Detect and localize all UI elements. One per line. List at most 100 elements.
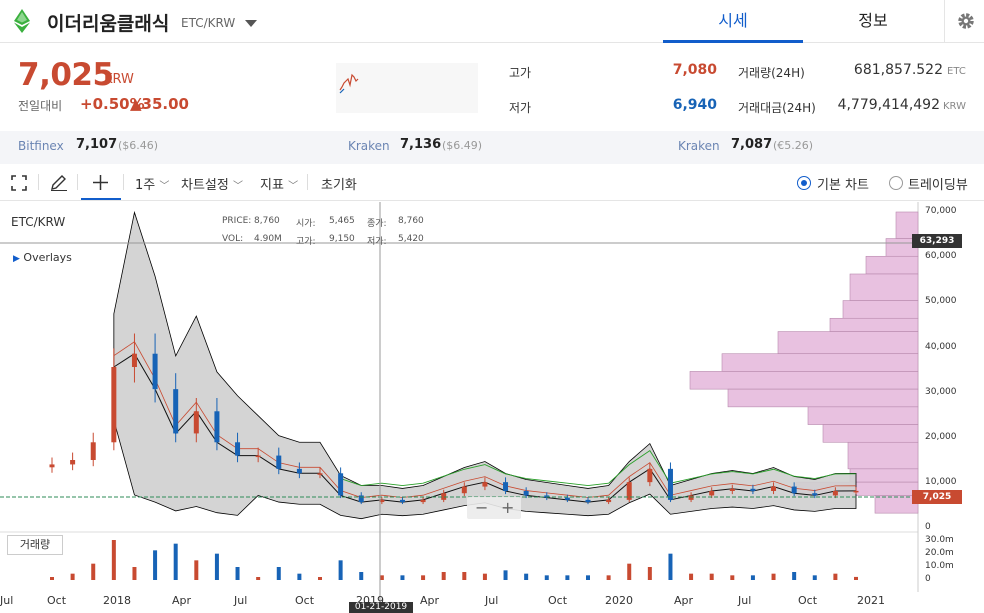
toolbar-divider	[307, 174, 308, 190]
low-value: 6,940	[672, 97, 717, 113]
chart-settings-label: 차트설정	[181, 178, 229, 193]
volume-bar	[111, 540, 116, 580]
volume-bar	[421, 575, 426, 580]
volume-profile-bar	[689, 371, 919, 390]
toolbar-divider	[77, 174, 78, 190]
coin-name: 이더리움클래식	[47, 13, 170, 35]
basic-chart-label[interactable]: 기본 차트	[817, 174, 869, 193]
volume-bar	[647, 567, 652, 580]
tab-quote[interactable]: 시세	[663, 0, 803, 43]
info-low-value: 5,420	[398, 234, 424, 244]
volume-bar	[194, 560, 199, 580]
volume-profile-bar	[727, 388, 919, 408]
x-tick: 2020	[605, 594, 633, 607]
candle-body	[647, 468, 653, 483]
volume-bar	[812, 575, 817, 580]
low-label: 저가	[509, 101, 532, 115]
candle-body	[255, 455, 261, 458]
interval-select[interactable]: 1주 ﹀	[135, 174, 169, 193]
exchange-name[interactable]: Kraken	[678, 139, 720, 153]
candle-body	[771, 486, 777, 491]
gear-icon[interactable]	[956, 11, 976, 31]
candle-body	[338, 473, 344, 496]
change-label: 전일대비	[18, 99, 63, 113]
price-chart[interactable]	[0, 202, 984, 613]
volume-bar	[318, 577, 322, 580]
x-tick: Jul	[234, 594, 248, 607]
candle-body	[564, 497, 570, 500]
interval-label: 1주	[135, 178, 156, 193]
volume-bar	[462, 572, 467, 580]
y-tick: 40,000	[925, 342, 957, 352]
x-tick: 2018	[103, 594, 131, 607]
volume-bar	[833, 573, 838, 580]
volume-tick: 30.0m	[925, 535, 954, 545]
indicators-menu[interactable]: 지표 ﹀	[260, 174, 298, 193]
exchange-alt-price: ($6.49)	[442, 139, 483, 152]
volume-bar	[750, 575, 755, 580]
candle-body	[131, 353, 137, 367]
basic-chart-radio[interactable]	[797, 176, 811, 190]
volume-profile-bar	[847, 441, 919, 470]
fullscreen-icon[interactable]	[11, 175, 27, 191]
crosshair-icon[interactable]	[93, 175, 108, 190]
exchange-price: 7,107	[76, 137, 118, 152]
info-low-label: 저가:	[367, 237, 387, 247]
candle-body	[90, 442, 96, 460]
reset-button[interactable]: 초기화	[321, 174, 357, 193]
change-price: ▲35.00	[130, 95, 189, 113]
volume-bar	[338, 560, 343, 580]
volume-toggle-button[interactable]: 거래량	[7, 535, 63, 555]
coin-pair: ETC/KRW	[181, 16, 236, 30]
volume-bar	[214, 553, 219, 580]
chart-settings-menu[interactable]: 차트설정 ﹀	[181, 174, 243, 193]
candle-body	[750, 488, 756, 491]
chevron-down-icon: ﹀	[232, 181, 243, 192]
volume-bar	[441, 572, 446, 580]
candle-body	[461, 486, 467, 494]
volume-tick: 20.0m	[925, 548, 954, 558]
candle-body	[214, 411, 220, 443]
exchange-name[interactable]: Bitfinex	[18, 139, 64, 153]
candle-body	[709, 491, 715, 496]
amount-value: 4,779,414,492	[837, 97, 940, 113]
volume-value: 681,857.522	[853, 62, 943, 78]
crosshair-active-indicator	[81, 198, 121, 200]
info-high-label: 고가:	[296, 237, 316, 247]
volume-profile-bar	[721, 353, 919, 372]
volume-unit: ETC	[947, 66, 966, 77]
volume-bar	[153, 550, 158, 580]
x-tick: 2021	[857, 594, 885, 607]
zoom-in-button[interactable]: +	[501, 498, 514, 517]
x-tick: Apr	[420, 594, 440, 607]
tab-info[interactable]: 정보	[803, 0, 943, 43]
candle-body	[49, 464, 55, 468]
candle-body	[812, 493, 818, 496]
zoom-out-button[interactable]: −	[475, 498, 488, 517]
indicators-label: 지표	[260, 178, 284, 193]
info-close-label: 종가:	[367, 219, 387, 229]
x-tick: Jul	[0, 594, 14, 607]
candle-body	[523, 491, 529, 496]
overlays-label: Overlays	[23, 251, 72, 264]
coin-dropdown-icon[interactable]	[245, 20, 257, 27]
volume-bar	[730, 575, 735, 580]
volume-profile-bar	[865, 255, 919, 275]
overlays-toggle[interactable]: ▶ Overlays	[13, 251, 72, 264]
x-tick: Oct	[548, 594, 568, 607]
volume-bar	[792, 572, 797, 580]
tradingview-radio[interactable]	[889, 176, 903, 190]
high-value: 7,080	[672, 62, 717, 78]
candle-body	[606, 499, 612, 503]
exchange-alt-price: ($6.46)	[118, 139, 159, 152]
y-tick: 10,000	[925, 477, 957, 487]
info-vol-label: VOL:	[222, 234, 244, 244]
candle-body	[791, 486, 797, 494]
exchange-name[interactable]: Kraken	[348, 139, 390, 153]
pencil-icon[interactable]	[50, 175, 68, 191]
volume-bar	[627, 563, 632, 580]
tradingview-label[interactable]: 트레이딩뷰	[908, 174, 968, 193]
x-tick: Oct	[47, 594, 67, 607]
y-tick: 20,000	[925, 432, 957, 442]
volume-bar	[276, 567, 281, 580]
